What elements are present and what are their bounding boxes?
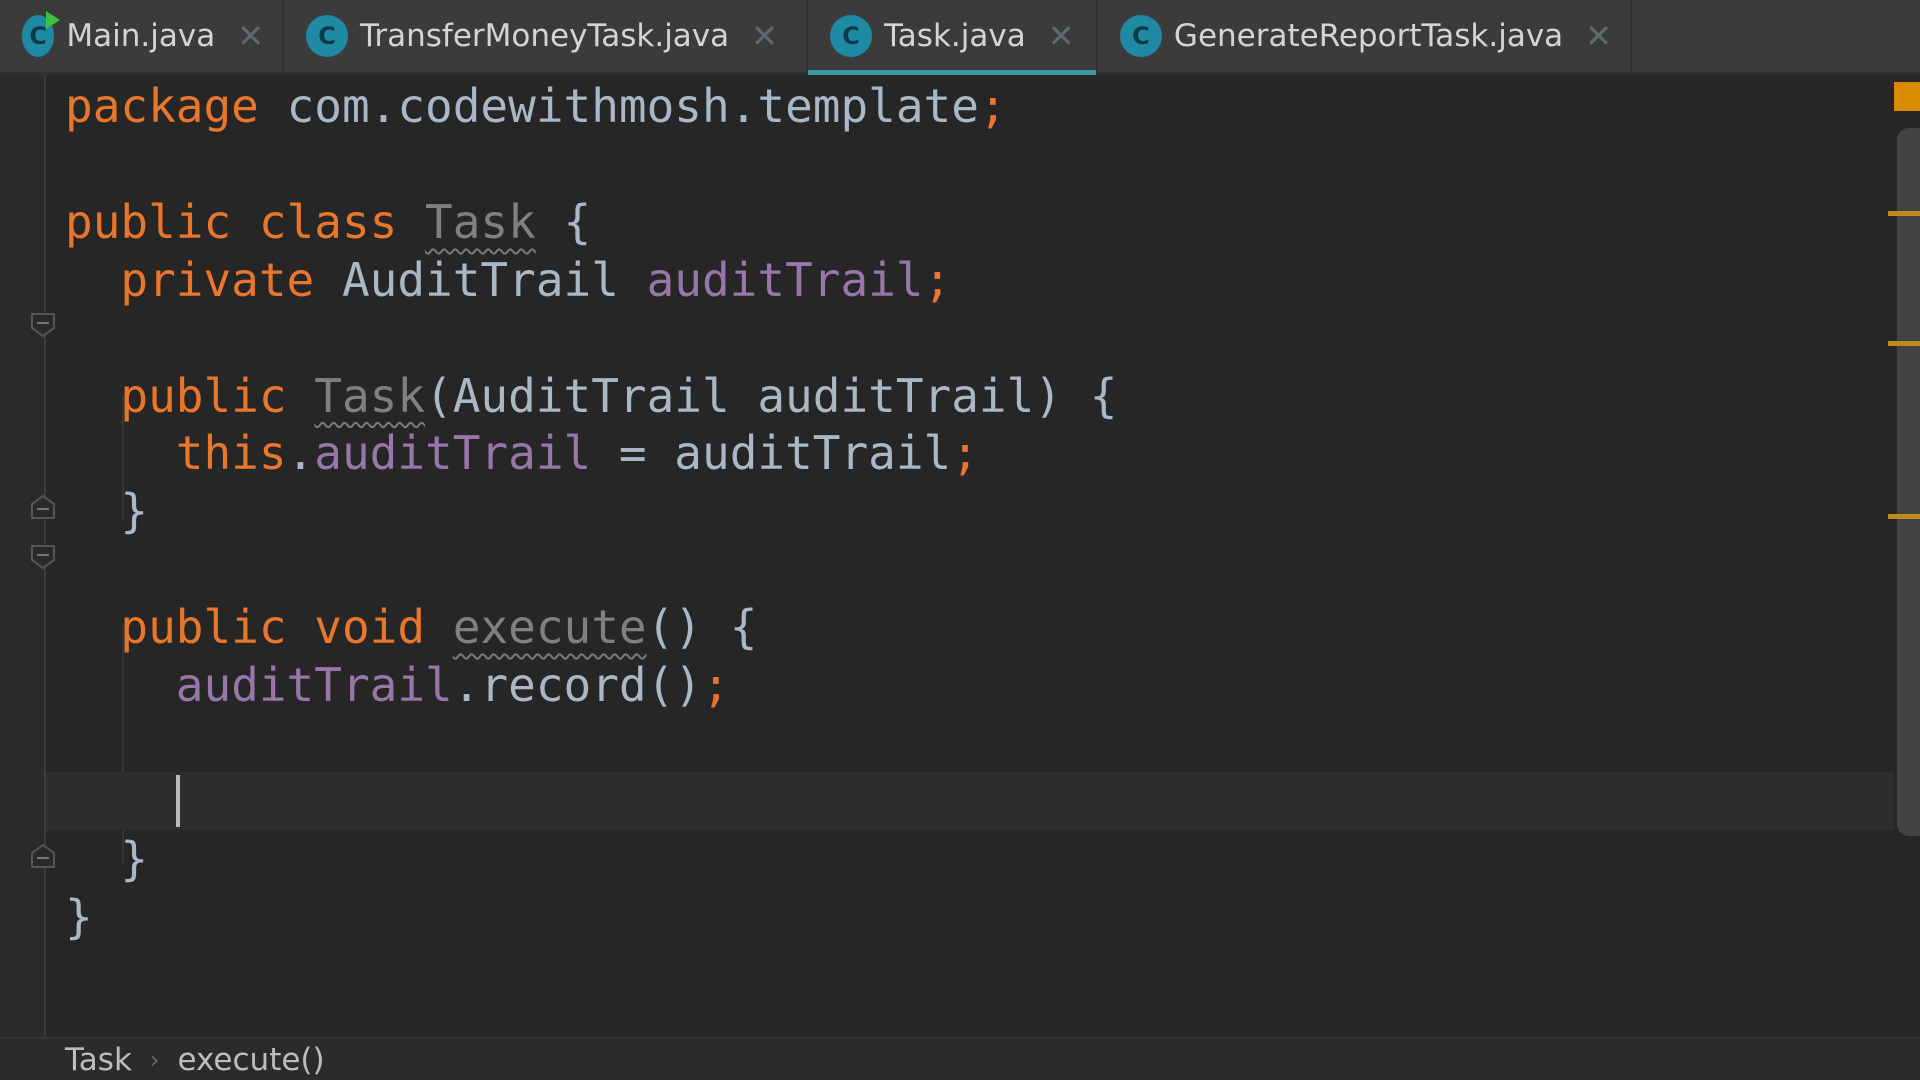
class-icon-letter: C [318,22,336,50]
class-icon-letter: C [1132,22,1150,50]
code-token: { [535,194,592,249]
code-token: AuditTrail [341,252,647,307]
editor-tab-bar: C Main.java ✕ C TransferMoneyTask.java ✕ C Task… [0,0,1920,75]
class-icon: C [22,11,61,57]
code-token: } [65,484,149,539]
code-token: private [65,252,342,307]
code-token: (AuditTrail auditTrail) { [425,368,1118,423]
code-token: this [65,426,287,481]
breadcrumb-item-method[interactable]: execute() [178,1042,325,1078]
tab-transfermoneytask-java[interactable]: C TransferMoneyTask.java ✕ [284,0,808,72]
code-token: public void [65,600,453,655]
tab-label: Task.java [884,18,1026,54]
vertical-scrollbar[interactable] [1897,128,1920,836]
code-line[interactable] [46,135,1894,193]
close-icon[interactable]: ✕ [1585,17,1612,55]
code-line[interactable] [46,771,1894,830]
code-token: . [286,426,315,481]
code-token: } [65,889,93,944]
run-icon [46,11,61,29]
code-line[interactable]: auditTrail.record(); [46,656,1894,714]
close-icon[interactable]: ✕ [1048,17,1075,55]
code-token: auditTrail [175,658,453,712]
breadcrumb-item-class[interactable]: Task [65,1042,132,1078]
code-token: () { [646,600,758,655]
warning-marker[interactable] [1888,341,1920,346]
text-cursor [176,774,180,827]
warning-marker[interactable] [1888,514,1920,519]
code-line[interactable]: } [46,888,1894,946]
code-line[interactable]: private AuditTrail auditTrail; [46,251,1894,309]
class-icon: C [306,15,348,57]
code-token: ; [951,426,979,481]
code-token: = auditTrail [591,426,952,481]
class-icon: C [1120,15,1162,57]
code-line[interactable]: public class Task { [46,193,1894,251]
code-line[interactable] [46,714,1894,772]
code-token: ; [701,658,730,712]
code-line[interactable]: public Task(AuditTrail auditTrail) { [46,367,1894,425]
code-token: package [65,79,259,133]
code-line[interactable] [46,309,1894,367]
tab-generatereporttask-java[interactable]: C GenerateReportTask.java ✕ [1098,0,1632,72]
code-token: Task [314,368,426,423]
breadcrumb: Task › execute() [0,1037,1920,1080]
code-token: ; [923,252,952,307]
close-icon[interactable]: ✕ [237,17,264,55]
code-token: Task [425,194,536,249]
warning-marker[interactable] [1888,211,1920,216]
code-token: execute [452,600,647,655]
code-token: auditTrail [646,252,924,307]
code-token: auditTrail [314,426,592,481]
tab-label: TransferMoneyTask.java [360,18,730,54]
close-icon[interactable]: ✕ [751,17,778,55]
code-line[interactable]: } [46,830,1894,888]
class-icon-letter: C [842,22,860,50]
breadcrumb-separator: › [149,1045,160,1074]
code-line[interactable]: } [46,482,1894,540]
code-token: public class [65,194,426,249]
class-icon-letter: C [29,22,47,50]
editor-gutter [0,75,55,1037]
tab-label: Main.java [66,18,216,54]
tab-main-java[interactable]: C Main.java ✕ [0,0,284,72]
code-editor[interactable]: package com.codewithmosh.template; public… [46,75,1920,1037]
code-token: ; [978,79,1007,133]
code-token: } [65,831,149,886]
warning-status-indicator[interactable] [1894,82,1920,111]
code-token: public [65,368,315,423]
code-line[interactable]: this.auditTrail = auditTrail; [46,424,1894,482]
code-line[interactable] [46,540,1894,598]
tab-label: GenerateReportTask.java [1173,18,1564,54]
code-line[interactable]: package com.codewithmosh.template; [46,77,1894,135]
tab-task-java[interactable]: C Task.java ✕ [808,0,1098,75]
class-icon: C [830,15,872,57]
code-token: .record() [452,658,702,712]
code-token: com.codewithmosh.template [258,79,979,133]
code-line[interactable]: public void execute() { [46,598,1894,656]
